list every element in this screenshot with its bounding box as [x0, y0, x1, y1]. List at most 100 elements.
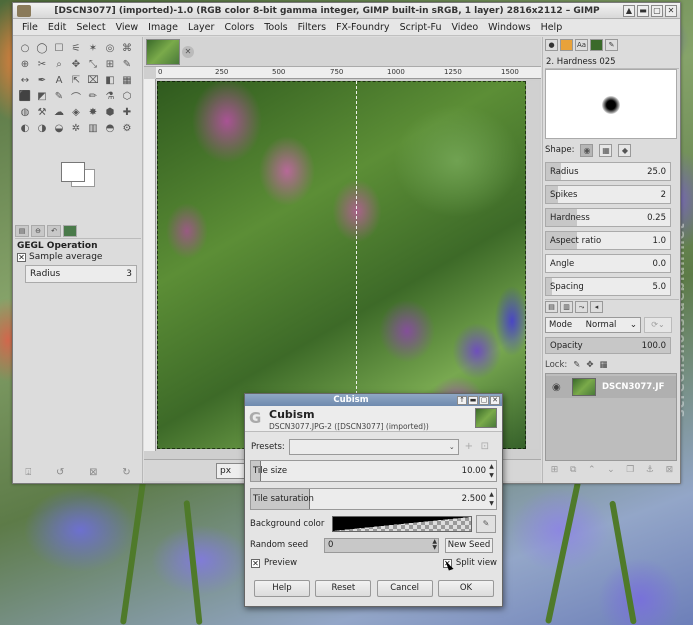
tool-icon[interactable]: ↔ [17, 73, 33, 88]
raise-layer-icon[interactable]: ⌃ [588, 465, 596, 479]
tool-icon[interactable]: ✎ [51, 89, 67, 104]
tool-icon[interactable]: ✸ [85, 105, 101, 120]
lock-alpha-icon[interactable]: ▦ [600, 360, 608, 370]
image-tab-thumbnail[interactable] [146, 39, 180, 65]
menu-image[interactable]: Image [143, 22, 183, 33]
minimize-button[interactable]: ▬ [637, 4, 649, 17]
tile-size-slider[interactable]: Tile size 10.00 ▲ ▼ [250, 460, 497, 482]
shade-button[interactable]: ▲ [623, 4, 635, 17]
images-tab-icon[interactable] [63, 225, 77, 237]
tool-icon[interactable]: ◩ [34, 89, 50, 104]
tool-icon[interactable]: ◓ [102, 121, 118, 136]
tool-icon[interactable]: ☁ [51, 105, 67, 120]
maximize-button[interactable]: ▢ [651, 4, 663, 17]
anchor-layer-icon[interactable]: ⚓ [646, 465, 654, 479]
spin-arrows-icon[interactable]: ▲ ▼ [488, 490, 495, 508]
close-button[interactable]: ✕ [665, 4, 677, 17]
lock-position-icon[interactable]: ✥ [586, 360, 593, 370]
menu-help[interactable]: Help [536, 22, 568, 33]
cancel-button[interactable]: Cancel [376, 580, 433, 597]
duplicate-layer-icon[interactable]: ❐ [626, 465, 634, 479]
tool-icon[interactable]: ⬡ [119, 89, 135, 104]
preview-option[interactable]: ✕ Preview [251, 558, 297, 568]
tool-icon[interactable]: ⚟ [68, 41, 84, 56]
spin-arrows-icon[interactable]: ▲ ▼ [432, 538, 437, 551]
dialog-shade-button[interactable]: ↑ [457, 395, 467, 405]
menu-windows[interactable]: Windows [483, 22, 535, 33]
tool-icon[interactable]: ✲ [68, 121, 84, 136]
menu-select[interactable]: Select [71, 22, 110, 33]
window-titlebar[interactable]: [DSCN3077] (imported)-1.0 (RGB color 8-b… [13, 3, 680, 19]
tool-icon[interactable]: ⤡ [85, 57, 101, 72]
ok-button[interactable]: OK [437, 580, 494, 597]
tool-icon[interactable]: ⚗ [102, 89, 118, 104]
preview-checkbox[interactable]: ✕ [251, 558, 260, 568]
layer-row[interactable]: ◉ DSCN3077.JF [546, 376, 676, 398]
new-seed-button[interactable]: New Seed [445, 537, 493, 553]
delete-options-icon[interactable]: ⊠ [89, 467, 97, 483]
tool-icon[interactable]: ✒ [34, 73, 50, 88]
sample-average-option[interactable]: ✕ Sample average [17, 252, 102, 262]
dock-menu-icon[interactable]: ◂ [590, 301, 603, 313]
brush-angle-slider[interactable]: Angle 0.0 [545, 254, 671, 273]
tool-icon[interactable]: ◧ [102, 73, 118, 88]
tool-icon[interactable]: ⇱ [68, 73, 84, 88]
tool-icon[interactable]: ⌘ [119, 41, 135, 56]
dialog-titlebar[interactable]: Cubism ↑ ▬ ▢ ✕ [245, 394, 502, 406]
radius-spinner[interactable]: Radius 3 [25, 265, 137, 283]
tool-icon[interactable]: ⬛ [17, 89, 33, 104]
patterns-tab-icon[interactable] [560, 39, 573, 51]
random-seed-input[interactable]: 0 ▲ ▼ [324, 537, 439, 553]
image-tab-close-icon[interactable]: ✕ [182, 46, 194, 58]
tool-icon[interactable]: ○ [17, 41, 33, 56]
menu-file[interactable]: File [17, 22, 43, 33]
square-shape-icon[interactable]: ▦ [599, 143, 613, 157]
paint-dynamics-tab-icon[interactable]: ✎ [605, 39, 618, 51]
menu-video[interactable]: Video [447, 22, 484, 33]
lower-layer-icon[interactable]: ⌄ [607, 465, 615, 479]
dialog-minimize-button[interactable]: ▬ [468, 395, 478, 405]
brush-preview[interactable] [545, 69, 677, 139]
menu-filters[interactable]: Filters [293, 22, 331, 33]
brush-aspect-ratio-slider[interactable]: Aspect ratio 1.0 [545, 231, 671, 250]
presets-combo[interactable]: ⌄ [288, 438, 459, 455]
tool-icon[interactable]: ⌒ [68, 89, 84, 104]
tool-icon[interactable]: ◒ [51, 121, 67, 136]
menu-edit[interactable]: Edit [43, 22, 71, 33]
add-preset-icon[interactable]: + [463, 441, 475, 453]
tool-icon[interactable]: ◎ [102, 41, 118, 56]
circle-shape-icon[interactable]: ◉ [580, 143, 594, 157]
preset-menu-icon[interactable]: ⊡ [479, 441, 491, 453]
reset-options-icon[interactable]: ↻ [122, 467, 130, 483]
background-color-button[interactable] [332, 516, 472, 532]
paths-tab-icon[interactable]: ⤳ [575, 301, 588, 313]
layer-mode-select[interactable]: Mode Normal ⌄ [545, 317, 641, 333]
tile-saturation-slider[interactable]: Tile saturation 2.500 ▲ ▼ [250, 488, 497, 510]
tool-icon[interactable]: ◑ [34, 121, 50, 136]
tool-icon[interactable]: ⌧ [85, 73, 101, 88]
tool-icon[interactable]: ⚒ [34, 105, 50, 120]
tool-icon[interactable]: ⚙ [119, 121, 135, 136]
tool-icon[interactable]: ⊞ [102, 57, 118, 72]
tool-icon[interactable]: ▥ [85, 121, 101, 136]
brush-hardness-slider[interactable]: Hardness 0.25 [545, 208, 671, 227]
tool-icon[interactable]: A [51, 73, 67, 88]
device-status-tab-icon[interactable]: ⊖ [31, 225, 45, 237]
tool-icon[interactable]: ◐ [17, 121, 33, 136]
layers-tab-icon[interactable]: ▤ [545, 301, 558, 313]
color-picker-icon[interactable]: ✎ [476, 515, 496, 533]
tool-icon[interactable]: ✂ [34, 57, 50, 72]
tool-icon[interactable]: ◯ [34, 41, 50, 56]
undo-history-tab-icon[interactable]: ↶ [47, 225, 61, 237]
new-group-icon[interactable]: ⧉ [570, 465, 576, 479]
tool-icon[interactable]: ☐ [51, 41, 67, 56]
tool-icon[interactable]: ⬢ [102, 105, 118, 120]
menu-layer[interactable]: Layer [183, 22, 220, 33]
brush-spacing-slider[interactable]: Spacing 5.0 [545, 277, 671, 296]
tool-icon[interactable]: ✎ [119, 57, 135, 72]
menu-fx-foundry[interactable]: FX-Foundry [331, 22, 394, 33]
brush-radius-slider[interactable]: Radius 25.0 [545, 162, 671, 181]
tool-icon[interactable]: ▦ [119, 73, 135, 88]
layer-opacity-slider[interactable]: Opacity 100.0 [545, 337, 671, 354]
new-layer-icon[interactable]: ⊞ [551, 465, 559, 479]
